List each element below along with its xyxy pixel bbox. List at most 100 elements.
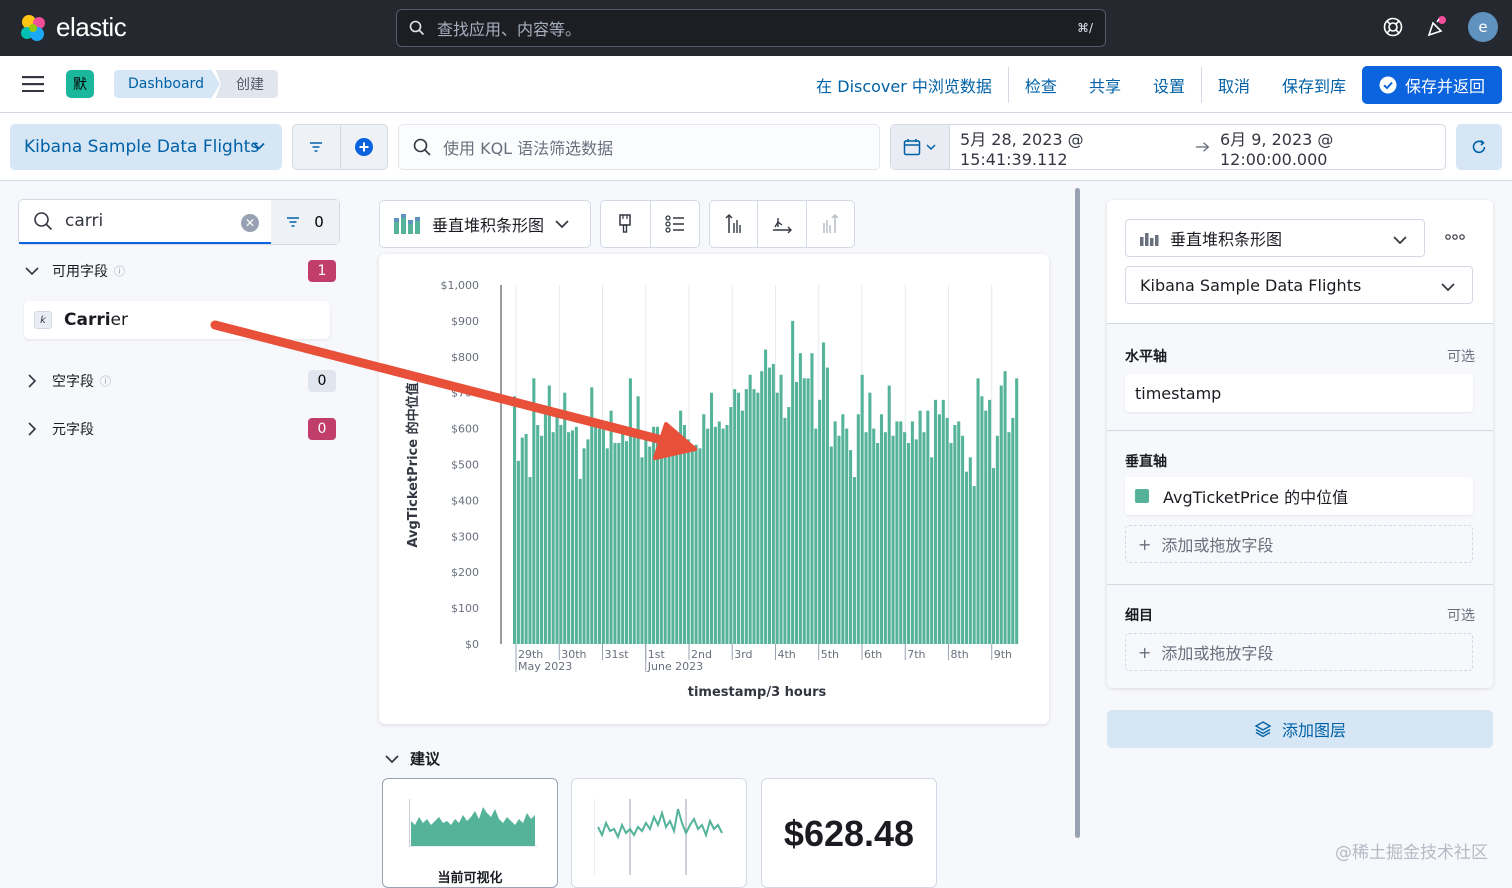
breakdown-add-field[interactable]: + 添加或拖放字段 [1125,633,1473,671]
date-end[interactable]: 6月 9, 2023 @ 12:00:00.000 [1210,126,1445,169]
layer-data-view-select[interactable]: Kibana Sample Data Flights [1125,266,1473,304]
bar [918,410,922,644]
bar [613,442,617,644]
x-tick-label: 4th [777,648,795,661]
add-layer-button[interactable]: 添加图层 [1107,710,1493,748]
bar [655,426,659,644]
suggestions-toggle[interactable]: 建议 [384,748,440,769]
query-bar: Kibana Sample Data Flights 使用 KQL 语法筛选数据… [0,113,1512,181]
available-fields-toggle[interactable]: 可用字段 ⓘ [24,261,125,281]
news-feed-icon[interactable] [1424,15,1448,39]
more-actions-icon[interactable] [1445,233,1465,241]
bar [964,471,968,644]
share-link[interactable]: 共享 [1073,56,1137,113]
bar [744,389,748,644]
data-view-label: Kibana Sample Data Flights [24,137,260,157]
y-tick-label: $900 [451,315,479,328]
bar [570,430,575,644]
inspect-link[interactable]: 检查 [1009,56,1073,113]
bottom-axis-settings-button[interactable] [758,201,807,247]
field-search-input[interactable]: carri [19,200,271,244]
bar [984,410,988,644]
bar [949,442,953,644]
suggestion-current[interactable]: 当前可视化 [382,778,558,888]
bar [930,457,934,644]
space-badge[interactable]: 默 [66,70,94,98]
bar [872,428,876,644]
bar [513,396,517,644]
breakdown-optional: 可选 [1447,608,1475,624]
elastic-logo[interactable]: elastic [18,12,127,43]
bar [876,442,880,644]
bar [895,421,899,644]
header-actions: e [1382,12,1498,42]
refresh-icon [1472,139,1486,154]
bar [690,448,694,644]
bar [686,439,690,644]
legend-settings-button[interactable] [651,201,700,247]
save-and-return-button[interactable]: 保存并返回 [1362,66,1502,104]
y-axis-title: AvgTicketPrice 的中位值 [405,382,421,547]
bar [852,477,856,644]
breakdown-label: 细目 [1125,608,1153,624]
global-search-input[interactable]: 查找应用、内容等。 ⌘/ [396,9,1106,47]
workspace-scrollbar[interactable] [1075,188,1080,838]
bar [717,421,721,644]
search-icon [409,20,425,36]
x-axis-section: 水平轴 可选 timestamp [1107,323,1493,430]
cancel-link[interactable]: 取消 [1202,56,1266,113]
layer-data-view-label: Kibana Sample Data Flights [1140,275,1362,295]
clear-search-icon[interactable]: ✕ [241,214,259,232]
y-axis-dimension[interactable]: AvgTicketPrice 的中位值 [1125,477,1473,515]
bar [524,433,528,644]
bar [621,428,625,644]
field-item-carrier[interactable]: k Carrier [24,301,330,339]
filter-icon [310,142,323,152]
help-icon[interactable] [1382,16,1404,38]
bar [887,385,891,644]
settings-link[interactable]: 设置 [1137,56,1201,113]
date-start[interactable]: 5月 28, 2023 @ 15:41:39.112 [950,126,1195,169]
bar [903,432,907,644]
y-tick-label: $100 [451,602,479,615]
data-view-picker[interactable]: Kibana Sample Data Flights [10,124,282,170]
breadcrumb-dashboard[interactable]: Dashboard [114,70,220,98]
left-axis-settings-button[interactable] [710,201,759,247]
add-filter-button[interactable] [341,125,388,169]
suggestion-metric-value: $628.48 [783,813,915,854]
bar [625,441,629,644]
y-axis-add-field[interactable]: + 添加或拖放字段 [1125,525,1473,563]
quick-date-menu-button[interactable] [891,125,951,169]
field-filter-count: 0 [314,213,324,231]
bar-chart[interactable]: $1,000 $900 $800 $700 $600 $500 $400 $300 $200 $1… [379,254,1049,724]
chart-type-switcher[interactable]: 垂直堆积条形图 [379,200,591,248]
empty-fields-label: 空字段 [52,374,94,390]
save-to-library-link[interactable]: 保存到库 [1266,56,1362,113]
list-icon [665,215,684,233]
x-axis-dimension[interactable]: timestamp [1125,374,1473,412]
chart-type-label: 垂直堆积条形图 [432,216,545,235]
elastic-logo-icon [21,14,45,41]
suggestion-metric[interactable]: $628.48 [761,778,937,888]
refresh-button[interactable] [1456,124,1502,170]
layer-chart-type-select[interactable]: 垂直堆积条形图 [1125,219,1425,257]
kql-query-input[interactable]: 使用 KQL 语法筛选数据 [398,124,880,170]
explore-in-discover-link[interactable]: 在 Discover 中浏览数据 [800,56,1008,113]
suggestions-label: 建议 [410,750,441,768]
series-color-swatch[interactable] [1135,489,1149,503]
keyword-type-icon: k [34,311,52,329]
chevron-down-icon [385,754,399,763]
user-avatar[interactable]: e [1468,12,1498,42]
bar [976,378,980,644]
suggestion-line[interactable] [571,778,747,888]
bar [698,448,702,644]
meta-fields-toggle[interactable]: 元字段 [24,419,94,439]
right-axis-settings-button[interactable] [807,201,854,247]
filter-menu-button[interactable] [293,125,341,169]
visual-options-button[interactable] [601,201,651,247]
x-tick-label: 7th [907,648,925,661]
field-type-filter-button[interactable]: 0 [271,200,339,244]
bar [779,374,783,644]
empty-fields-toggle[interactable]: 空字段 ⓘ [24,371,111,391]
menu-icon[interactable] [22,76,44,92]
